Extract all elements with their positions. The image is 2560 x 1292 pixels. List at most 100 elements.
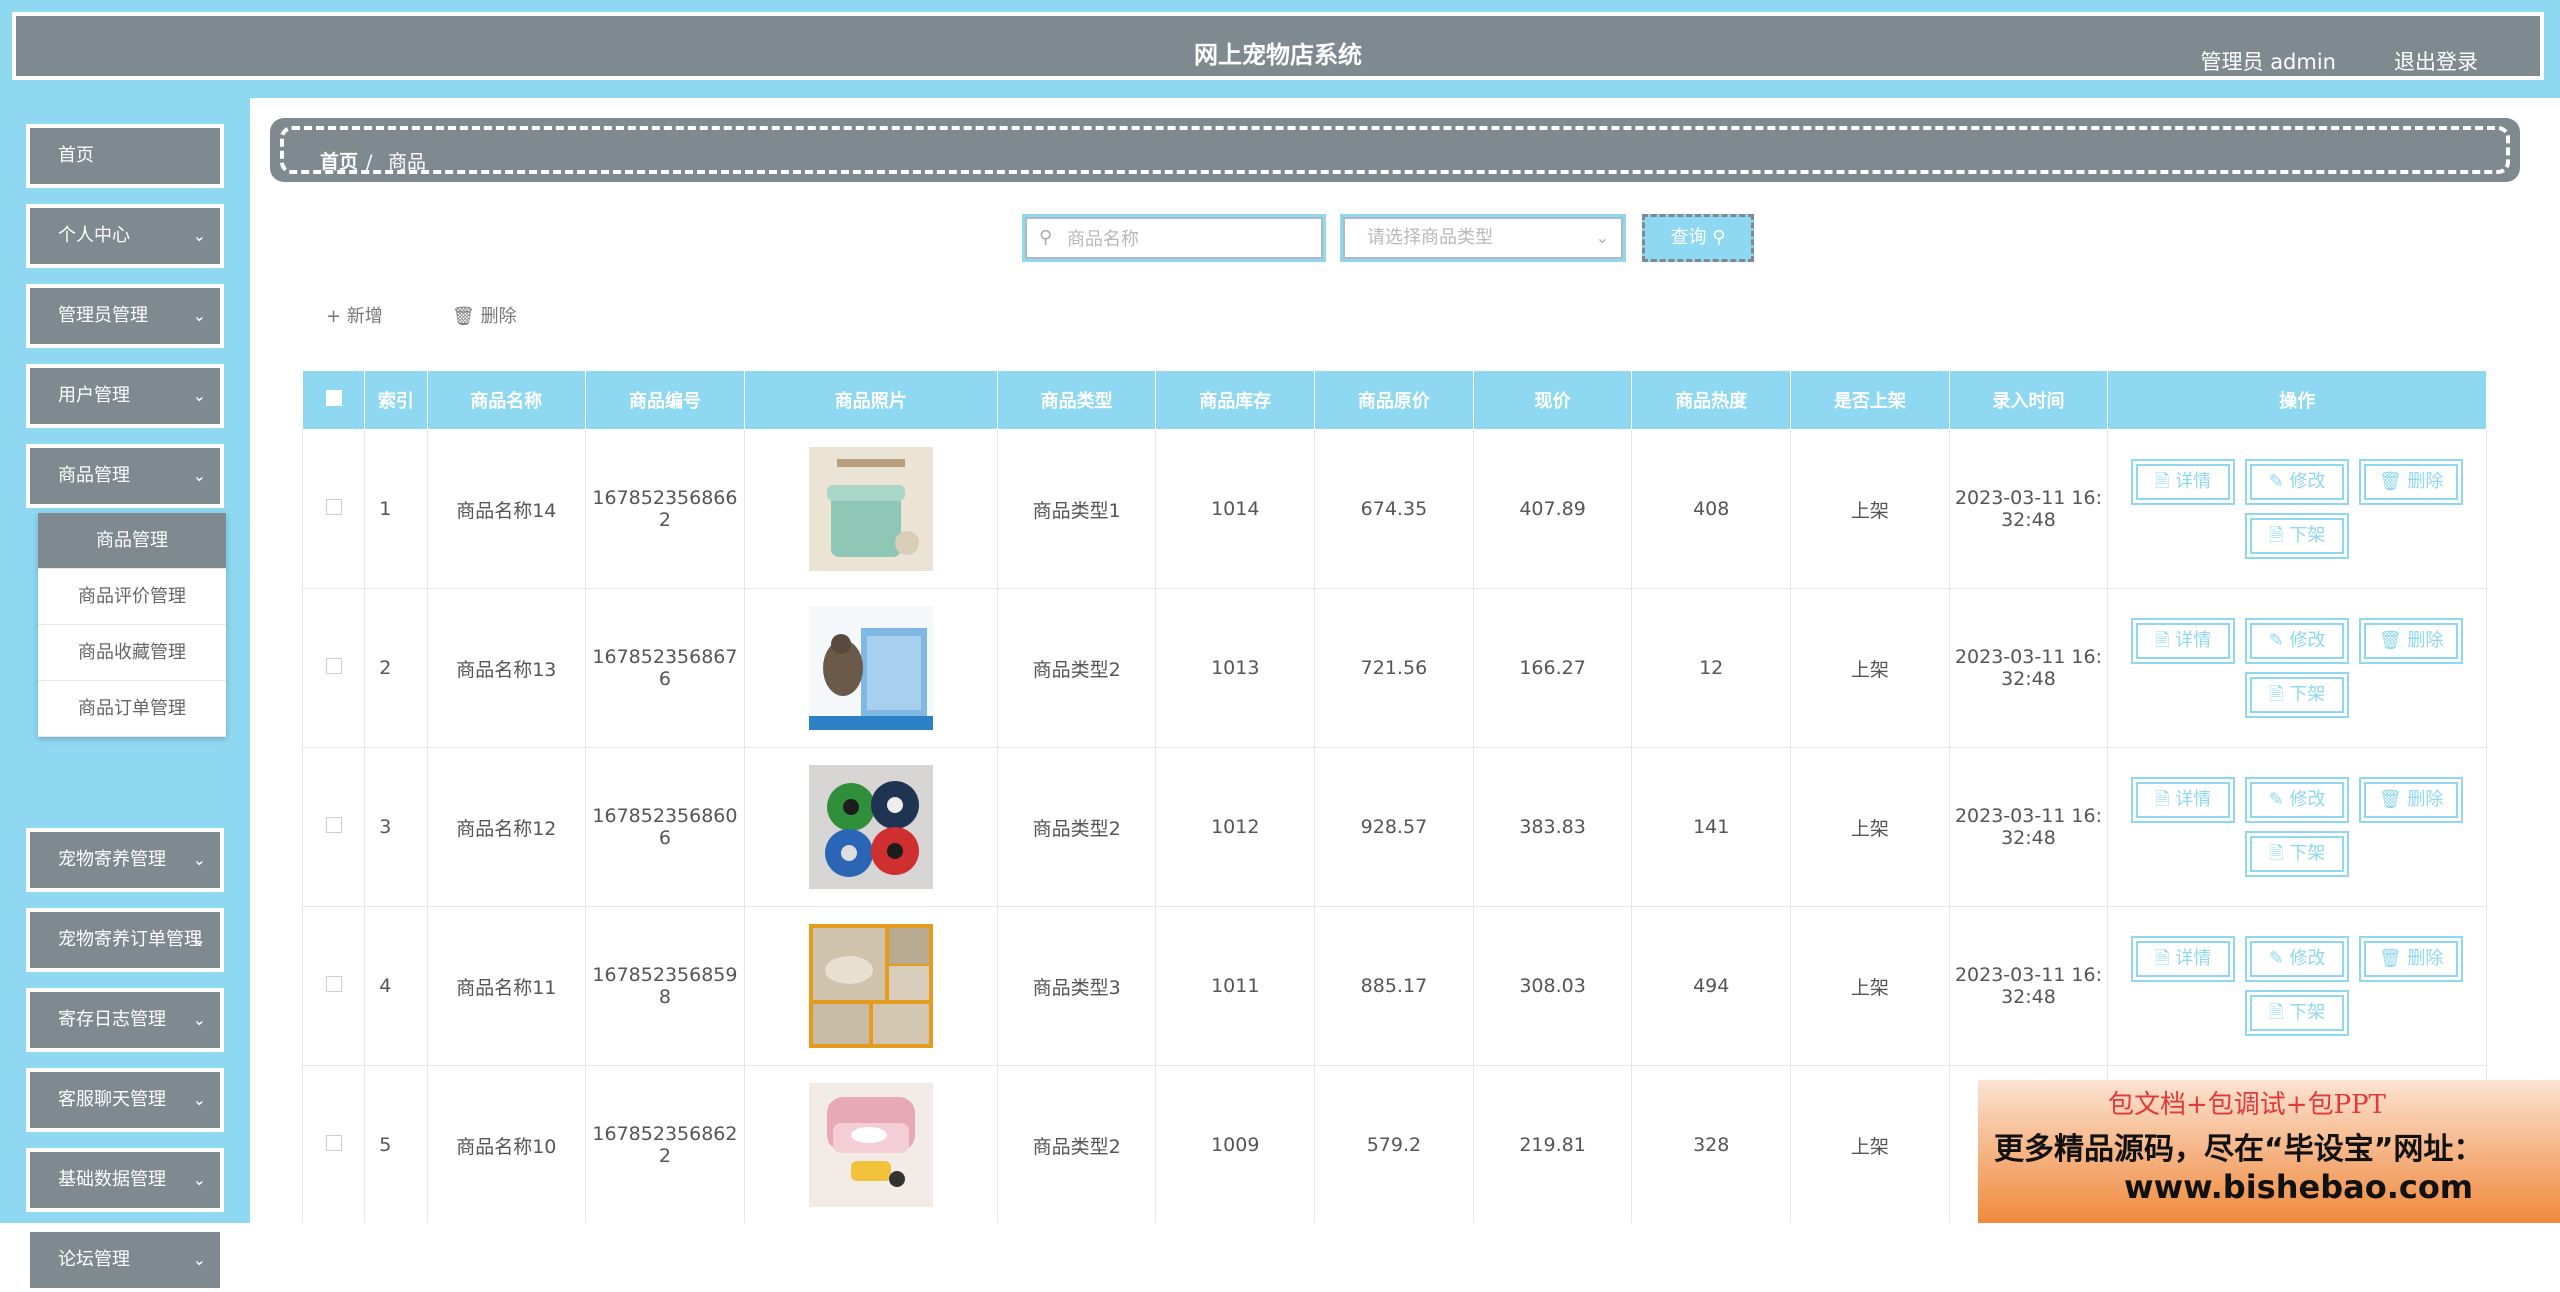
off-shelf-button[interactable]: 🗎 下架 — [2245, 990, 2350, 1036]
product-submenu: 商品管理 商品评价管理 商品收藏管理 商品订单管理 — [38, 513, 226, 737]
off-shelf-button[interactable]: 🗎 下架 — [2245, 672, 2350, 718]
cell-name: 商品名称10 — [426, 1065, 587, 1223]
sidebar-item-7[interactable]: 宠物寄养订单管理 ⌄ — [26, 908, 224, 972]
cell-time: 2023-03-11 16: 32:48 — [1948, 747, 2109, 907]
delete-button[interactable]: 🗑 删除 — [2359, 936, 2464, 982]
query-button[interactable]: 查询 ⚲ — [1642, 214, 1754, 262]
off-shelf-button[interactable]: 🗎 下架 — [2245, 513, 2350, 559]
delete-button[interactable]: 🗑 删除 — [2359, 777, 2464, 823]
edit-button[interactable]: ✎ 修改 — [2245, 618, 2350, 664]
cell-text: 494 — [1693, 975, 1730, 997]
delete-button[interactable]: 🗑 删除 — [2359, 459, 2464, 505]
cell-img — [743, 906, 998, 1066]
cell-text: 1014 — [1211, 498, 1260, 520]
column-header: 现价 — [1472, 370, 1633, 430]
sidebar-item-11[interactable]: 论坛管理 ⌄ — [26, 1228, 224, 1292]
product-image — [808, 765, 933, 889]
submenu-item-4[interactable]: 商品订单管理 — [38, 681, 226, 737]
cell-text: 167852356859 8 — [592, 964, 738, 1008]
cell-type: 商品类型1 — [996, 429, 1157, 589]
breadcrumb-home[interactable]: 首页 — [320, 130, 358, 194]
row-checkbox-cell[interactable] — [302, 429, 366, 589]
sidebar-item-2[interactable]: 个人中心 ⌄ — [26, 204, 224, 268]
batch-delete-button[interactable]: 🗑 删除 — [452, 302, 517, 328]
submenu-item-1[interactable]: 商品管理 — [38, 513, 226, 569]
cell-orig-price: 928.57 — [1314, 747, 1474, 907]
row-checkbox[interactable] — [325, 1135, 342, 1151]
detail-button[interactable]: 🗎 详情 — [2131, 459, 2236, 505]
row-checkbox-cell[interactable] — [302, 747, 366, 907]
cell-text: 1 — [379, 498, 392, 520]
off-shelf-button[interactable]: 🗎 下架 — [2245, 831, 2350, 877]
product-name-search-field[interactable]: ⚲ — [1022, 214, 1326, 262]
cell-text: 167852356866 2 — [592, 487, 738, 531]
row-checkbox[interactable] — [325, 817, 342, 833]
cell-type: 商品类型2 — [996, 1065, 1157, 1223]
cell-index: 3 — [364, 747, 428, 907]
select-all-checkbox[interactable] — [325, 389, 342, 406]
delete-button[interactable]: 🗑 删除 — [2359, 618, 2464, 664]
sidebar-item-label: 宠物寄养管理 — [58, 849, 166, 870]
sidebar-item-6[interactable]: 宠物寄养管理 ⌄ — [26, 828, 224, 892]
cell-text: 141 — [1693, 816, 1730, 838]
submenu-item-2[interactable]: 商品评价管理 — [38, 569, 226, 625]
detail-button[interactable]: 🗎 详情 — [2131, 618, 2236, 664]
row-checkbox[interactable] — [325, 499, 342, 515]
edit-button[interactable]: ✎ 修改 — [2245, 936, 2350, 982]
cell-text: 308.03 — [1519, 975, 1586, 997]
cell-index: 5 — [364, 1065, 428, 1223]
banner-line-2: 更多精品源码，尽在“毕设宝”网址： — [1994, 1132, 2484, 1167]
cell-img — [743, 429, 998, 589]
select-all-cell[interactable] — [302, 370, 366, 430]
product-image — [808, 1083, 933, 1207]
sidebar-item-5[interactable]: 商品管理 ⌄ — [26, 444, 224, 508]
detail-button[interactable]: 🗎 详情 — [2131, 777, 2236, 823]
logout-link[interactable]: 退出登录 — [2394, 12, 2478, 112]
cell-text: 674.35 — [1360, 498, 1428, 520]
cell-name: 商品名称12 — [426, 747, 587, 907]
cell-code: 167852356859 8 — [585, 906, 745, 1066]
cell-price: 383.83 — [1472, 747, 1633, 907]
product-name-input[interactable] — [1065, 223, 1319, 255]
cell-text: 721.56 — [1360, 657, 1428, 679]
cell-text: 167852356862 2 — [592, 1123, 738, 1167]
sidebar-item-9[interactable]: 客服聊天管理 ⌄ — [26, 1068, 224, 1132]
cell-text: 383.83 — [1519, 816, 1586, 838]
cell-text: 上架 — [1850, 976, 1889, 999]
cell-actions: 🗎 详情✎ 修改🗑 删除🗎 下架 — [2107, 588, 2487, 748]
chevron-down-icon: ⌄ — [192, 386, 206, 405]
cell-text: 1012 — [1211, 816, 1260, 838]
cell-text: 商品类型3 — [1032, 976, 1121, 999]
cell-text: 商品类型2 — [1032, 1135, 1121, 1158]
cell-actions: 🗎 详情✎ 修改🗑 删除🗎 下架 — [2107, 906, 2487, 1066]
submenu-item-3[interactable]: 商品收藏管理 — [38, 625, 226, 681]
sidebar-item-3[interactable]: 管理员管理 ⌄ — [26, 284, 224, 348]
chevron-down-icon: ⌄ — [192, 466, 206, 485]
detail-button[interactable]: 🗎 详情 — [2131, 936, 2236, 982]
cell-text: 上架 — [1850, 499, 1889, 522]
table-row: 3 商品名称12 167852356860 6 商品类型2 1012 928.57 383.… — [302, 747, 2487, 907]
add-button[interactable]: + 新增 — [326, 302, 383, 328]
row-checkbox[interactable] — [325, 658, 342, 674]
row-checkbox[interactable] — [325, 976, 342, 992]
sidebar-item-8[interactable]: 寄存日志管理 ⌄ — [26, 988, 224, 1052]
cell-text: 商品名称11 — [456, 976, 557, 999]
sidebar-item-label: 用户管理 — [58, 385, 130, 406]
sidebar-item-10[interactable]: 基础数据管理 ⌄ — [26, 1148, 224, 1212]
product-type-select[interactable]: 请选择商品类型 ⌄ — [1340, 214, 1626, 262]
cell-text: 上架 — [1850, 658, 1889, 681]
row-checkbox-cell[interactable] — [302, 1065, 366, 1223]
cell-heat: 408 — [1631, 429, 1792, 589]
edit-button[interactable]: ✎ 修改 — [2245, 777, 2350, 823]
sidebar-item-4[interactable]: 用户管理 ⌄ — [26, 364, 224, 428]
row-checkbox-cell[interactable] — [302, 906, 366, 1066]
row-checkbox-cell[interactable] — [302, 588, 366, 748]
product-image — [808, 606, 933, 730]
cell-text: 2 — [379, 657, 392, 679]
edit-button[interactable]: ✎ 修改 — [2245, 459, 2350, 505]
top-header: 网上宠物店系统 管理员 admin 退出登录 — [0, 0, 2560, 98]
cell-actions: 🗎 详情✎ 修改🗑 删除🗎 下架 — [2107, 429, 2487, 589]
sidebar-item-1[interactable]: 首页 — [26, 124, 224, 188]
chevron-down-icon: ⌄ — [1595, 228, 1609, 247]
cell-text: 579.2 — [1366, 1134, 1422, 1156]
